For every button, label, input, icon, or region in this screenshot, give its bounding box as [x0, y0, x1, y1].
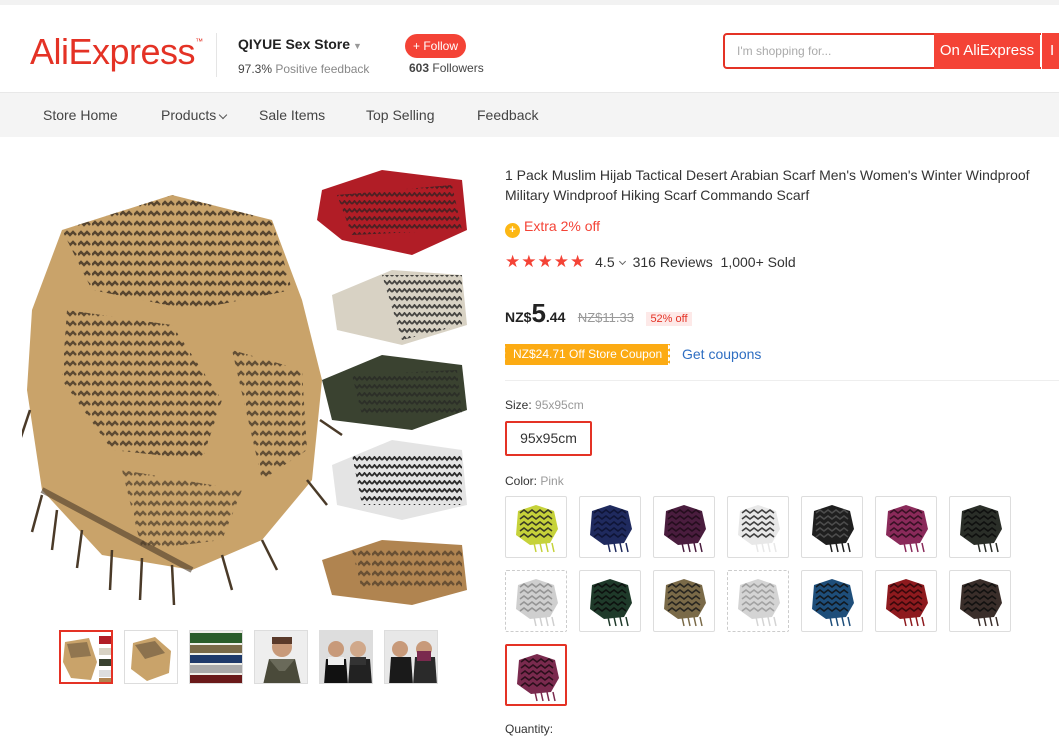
color-swatch-purple[interactable]	[653, 496, 715, 558]
extra-discount: + Extra 2% off	[505, 218, 600, 238]
header-divider	[216, 33, 217, 77]
product-main-image[interactable]	[18, 160, 474, 612]
quantity-label: Quantity:	[505, 722, 554, 736]
swatch-scarf-thumb	[738, 505, 780, 553]
color-label: Color: Pink	[505, 474, 564, 488]
nav-store-home[interactable]: Store Home	[43, 93, 118, 137]
search-in-store-button[interactable]: I	[1041, 33, 1059, 69]
search-input[interactable]	[737, 35, 927, 67]
rating-value[interactable]: 4.5	[595, 254, 614, 270]
color-label-text: Color:	[505, 474, 538, 488]
price-integer: 5	[531, 298, 546, 328]
color-selected-value: Pink	[540, 474, 564, 488]
thumbnail-2[interactable]	[124, 630, 178, 684]
original-price: NZ$11.33	[577, 310, 634, 325]
color-swatch-silver[interactable]	[727, 570, 789, 632]
follow-button[interactable]: + Follow	[405, 34, 467, 58]
color-swatch-khaki-black[interactable]	[653, 570, 715, 632]
followers-label: Followers	[432, 61, 484, 75]
swatch-scarf-thumb	[516, 579, 558, 627]
size-option-95x95cm[interactable]: 95x95cm	[505, 421, 592, 456]
search-box: On AliExpress I	[723, 33, 1059, 69]
color-swatch-light-grey[interactable]	[505, 570, 567, 632]
price-currency: NZ$	[505, 309, 532, 325]
store-name-text: QIYUE Sex Store	[238, 36, 351, 52]
feedback-percent: 97.3%	[238, 62, 273, 76]
scarf-illustration	[18, 170, 467, 606]
swatch-scarf-thumb	[516, 505, 558, 553]
color-swatch-blue[interactable]	[801, 570, 863, 632]
color-swatch-black-olive[interactable]	[949, 496, 1011, 558]
color-swatch-grey-white[interactable]	[727, 496, 789, 558]
star-icon: ★	[570, 252, 586, 271]
chevron-down-icon[interactable]	[618, 257, 626, 266]
thumbnail-4[interactable]	[254, 630, 308, 684]
color-swatch-yellow-green[interactable]	[505, 496, 567, 558]
color-swatch-navy[interactable]	[579, 496, 641, 558]
color-swatch-pink[interactable]	[505, 644, 567, 706]
swatch-scarf-thumb	[664, 505, 706, 553]
price-row: NZ$5.44 NZ$11.33 52% off	[505, 298, 692, 329]
swatch-scarf-thumb	[886, 505, 928, 553]
search-on-aliexpress-button[interactable]: On AliExpress	[934, 33, 1040, 69]
reviews-link[interactable]: 316 Reviews	[633, 254, 713, 270]
store-name[interactable]: QIYUE Sex Store ▼	[238, 36, 362, 52]
color-swatch-dark-brown[interactable]	[949, 570, 1011, 632]
extra-discount-text: Extra 2% off	[524, 218, 601, 234]
color-swatch-black[interactable]	[801, 496, 863, 558]
color-swatch-red[interactable]	[875, 570, 937, 632]
nav-products[interactable]: Products	[161, 93, 228, 137]
store-nav: Store Home Products Sale Items Top Selli…	[0, 93, 1059, 137]
color-swatch-dark-green[interactable]	[579, 570, 641, 632]
size-selected-value: 95x95cm	[535, 398, 584, 412]
color-swatch-magenta[interactable]	[875, 496, 937, 558]
feedback-label: Positive feedback	[275, 62, 370, 76]
followers-number: 603	[409, 61, 430, 75]
swatch-scarf-thumb	[886, 579, 928, 627]
sold-count: 1,000+ Sold	[720, 254, 796, 270]
swatch-scarf-thumb	[960, 579, 1002, 627]
star-icon: ★	[505, 252, 521, 271]
thumbnail-3[interactable]	[189, 630, 243, 684]
coin-icon: +	[505, 223, 520, 238]
chevron-down-icon	[219, 110, 228, 120]
aliexpress-logo[interactable]: AliExpress™	[30, 31, 203, 73]
size-label: Size: 95x95cm	[505, 398, 584, 412]
store-coupon-badge[interactable]: NZ$24.71 Off Store Coupon	[502, 344, 673, 365]
swatch-scarf-thumb	[664, 579, 706, 627]
star-icon: ★	[521, 252, 537, 271]
chevron-down-icon: ▼	[353, 41, 362, 51]
get-coupons-link[interactable]: Get coupons	[682, 346, 761, 362]
swatch-scarf-thumb	[590, 579, 632, 627]
thumbnail-1[interactable]	[59, 630, 113, 684]
rating-row: ★★★★★ 4.5 316 Reviews 1,000+ Sold	[505, 252, 796, 272]
nav-products-label: Products	[161, 107, 217, 123]
swatch-scarf-thumb	[960, 505, 1002, 553]
divider	[505, 380, 1059, 381]
followers-count: 603 Followers	[409, 61, 484, 75]
star-rating: ★★★★★	[505, 252, 586, 271]
price-decimal: .44	[545, 309, 566, 325]
swatch-scarf-thumb	[590, 505, 632, 553]
nav-feedback[interactable]: Feedback	[477, 93, 538, 137]
nav-top-selling[interactable]: Top Selling	[366, 93, 435, 137]
star-icon: ★	[537, 252, 553, 271]
thumbnail-6[interactable]	[384, 630, 438, 684]
product-title: 1 Pack Muslim Hijab Tactical Desert Arab…	[505, 167, 1030, 203]
nav-sale-items[interactable]: Sale Items	[259, 93, 325, 137]
store-feedback: 97.3% Positive feedback	[238, 62, 369, 76]
store-header: AliExpress™ QIYUE Sex Store ▼ 97.3% Posit…	[0, 0, 1059, 93]
swatch-scarf-thumb	[812, 579, 854, 627]
size-label-text: Size:	[505, 398, 532, 412]
star-icon: ★	[553, 252, 569, 271]
thumbnail-5[interactable]	[319, 630, 373, 684]
swatch-scarf-thumb	[517, 654, 559, 702]
swatch-scarf-thumb	[812, 505, 854, 553]
discount-badge: 52% off	[646, 312, 692, 326]
logo-text: AliExpress	[30, 31, 196, 72]
swatch-scarf-thumb	[738, 579, 780, 627]
